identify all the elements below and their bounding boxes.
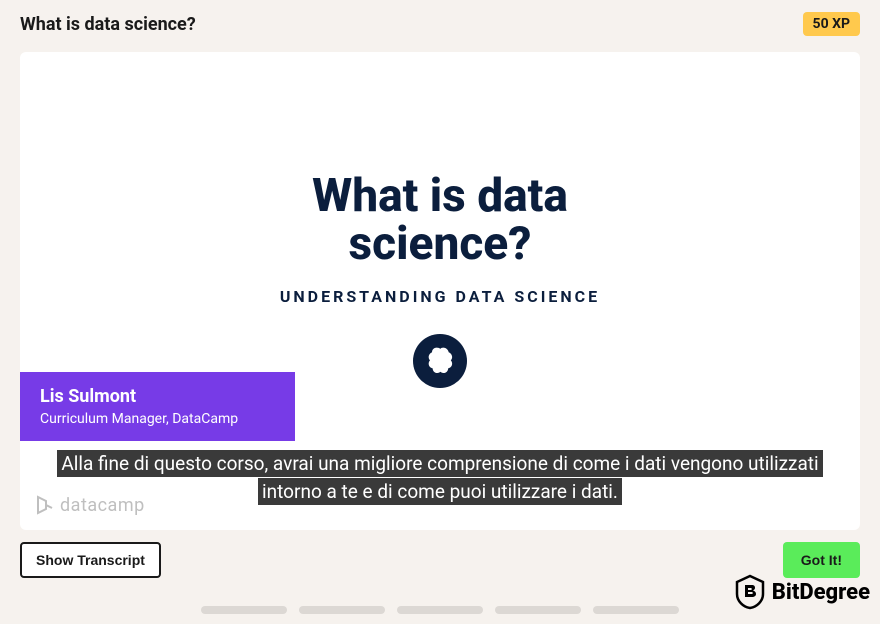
datacamp-logo: datacamp: [36, 494, 145, 516]
lesson-title: What is data science?: [20, 14, 196, 35]
bitdegree-text: BitDegree: [772, 580, 870, 605]
bitdegree-watermark: BitDegree: [734, 574, 870, 610]
progress-segment[interactable]: [397, 606, 483, 614]
progress-segment[interactable]: [201, 606, 287, 614]
slide-title: What is data science?: [230, 172, 650, 269]
datacamp-text: datacamp: [60, 495, 145, 516]
instructor-title: Curriculum Manager, DataCamp: [40, 411, 275, 427]
show-transcript-button[interactable]: Show Transcript: [20, 542, 161, 578]
video-player[interactable]: What is data science? UNDERSTANDING DATA…: [20, 52, 860, 530]
slide-content: What is data science? UNDERSTANDING DATA…: [20, 172, 860, 388]
instructor-name: Lis Sulmont: [40, 386, 275, 407]
slide-subtitle: UNDERSTANDING DATA SCIENCE: [20, 287, 860, 306]
brain-icon: [413, 334, 467, 388]
got-it-button[interactable]: Got It!: [783, 542, 860, 578]
progress-segment[interactable]: [299, 606, 385, 614]
xp-badge: 50 XP: [803, 12, 860, 36]
bitdegree-shield-icon: [734, 574, 766, 610]
button-row: Show Transcript Got It!: [0, 530, 880, 578]
video-caption: Alla fine di questo corso, avrai una mig…: [52, 450, 828, 505]
progress-indicator: [201, 606, 679, 614]
caption-text: Alla fine di questo corso, avrai una mig…: [57, 450, 822, 505]
progress-segment[interactable]: [593, 606, 679, 614]
instructor-card: Lis Sulmont Curriculum Manager, DataCamp: [20, 372, 295, 441]
lesson-header: What is data science? 50 XP: [0, 0, 880, 44]
progress-segment[interactable]: [495, 606, 581, 614]
